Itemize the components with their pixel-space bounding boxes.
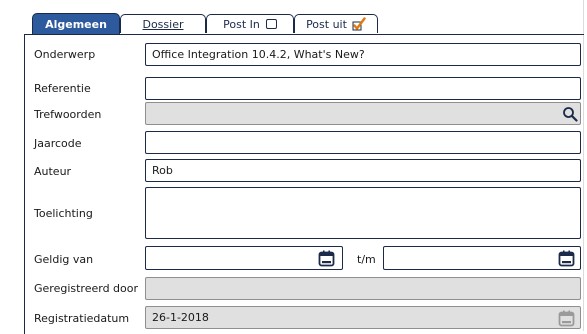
calendar-icon[interactable] [318, 250, 335, 267]
geldig-tm-label: t/m [357, 253, 376, 266]
row-toelichting: Toelichting [25, 186, 585, 241]
checkmark-icon [352, 17, 366, 31]
row-onderwerp: Onderwerp Office Integration 10.4.2, Wha… [25, 43, 585, 67]
auteur-label: Auteur [34, 165, 72, 178]
geregistreerd-door-label: Geregistreerd door [34, 282, 139, 295]
jaarcode-input[interactable] [145, 131, 581, 154]
calendar-icon [558, 310, 575, 327]
search-icon[interactable] [562, 106, 578, 122]
post-in-checkbox[interactable] [265, 19, 277, 29]
tab-dossier[interactable]: Dossier [120, 14, 206, 33]
trefwoorden-label: Trefwoorden [34, 108, 102, 121]
geldig-van-input[interactable] [145, 246, 343, 270]
geldig-tm-input[interactable] [383, 246, 581, 270]
jaarcode-label: Jaarcode [34, 137, 82, 150]
geldig-van-label: Geldig van [34, 253, 94, 266]
tab-post-uit-label: Post uit [306, 17, 347, 31]
row-trefwoorden: Trefwoorden [25, 101, 585, 125]
row-auteur: Auteur Rob [25, 158, 585, 182]
tab-post-in[interactable]: Post In [206, 14, 294, 33]
onderwerp-input[interactable]: Office Integration 10.4.2, What's New? [145, 43, 581, 66]
tab-post-uit[interactable]: Post uit [294, 14, 378, 33]
tab-algemeen-label: Algemeen [45, 17, 107, 31]
registratiedatum-label: Registratiedatum [34, 312, 130, 325]
toelichting-label: Toelichting [34, 207, 93, 220]
toelichting-textarea[interactable] [145, 187, 581, 239]
trefwoorden-input[interactable] [145, 102, 581, 125]
form-panel: Onderwerp Office Integration 10.4.2, Wha… [24, 34, 584, 334]
calendar-icon[interactable] [558, 250, 575, 267]
referentie-label: Referentie [34, 82, 91, 95]
tab-post-in-label: Post In [223, 17, 260, 31]
onderwerp-label: Onderwerp [34, 48, 96, 61]
tab-dossier-label: Dossier [142, 17, 184, 31]
row-geregistreerd-door: Geregistreerd door [25, 277, 585, 301]
row-referentie: Referentie [25, 77, 585, 101]
row-jaarcode: Jaarcode [25, 130, 585, 154]
auteur-input[interactable]: Rob [145, 159, 581, 182]
row-geldig-van: Geldig van t/m [25, 246, 585, 272]
row-registratiedatum: Registratiedatum 26-1-2018 [25, 305, 585, 329]
tab-algemeen[interactable]: Algemeen [32, 13, 120, 34]
referentie-input[interactable] [145, 77, 581, 100]
geregistreerd-door-input [145, 277, 581, 300]
registratiedatum-input: 26-1-2018 [145, 306, 581, 329]
